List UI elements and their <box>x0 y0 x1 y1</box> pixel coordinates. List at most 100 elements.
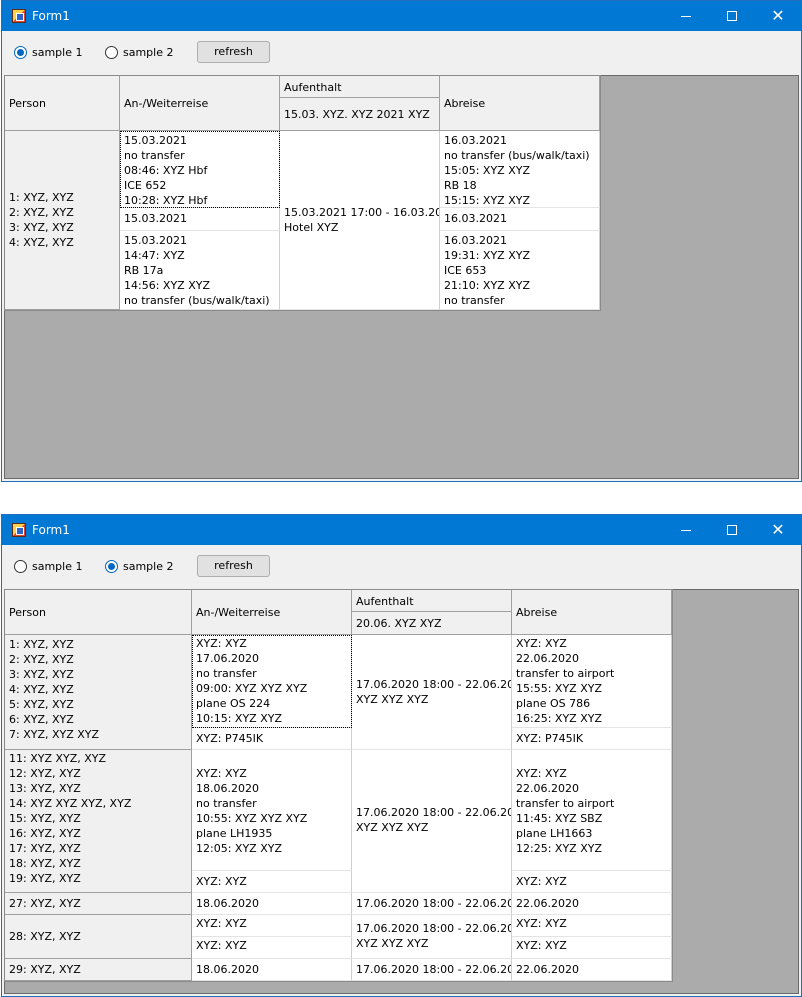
anreise-cell[interactable]: 15.03.2021 <box>120 208 280 231</box>
cell-text: 16.03.2021 <box>444 212 507 225</box>
abreise-cell[interactable]: 16.03.2021 <box>440 208 600 231</box>
maximize-button[interactable] <box>709 1 755 31</box>
person-list: 28: XYZ, XYZ <box>9 930 81 943</box>
cell-text: 17.06.2020 18:00 - 22.06.2020 0 XYZ XYZ … <box>356 678 511 706</box>
anreise-cell[interactable]: XYZ: XYZ <box>192 871 352 893</box>
person-cell[interactable]: 11: XYZ XYZ, XYZ 12: XYZ, XYZ 13: XYZ, X… <box>5 750 192 893</box>
cell-text: XYZ: XYZ <box>196 939 247 952</box>
window-title: Form1 <box>32 523 70 537</box>
cell-text: 15.03.2021 <box>124 212 187 225</box>
anreise-cell[interactable]: 15.03.2021 14:47: XYZ RB 17a 14:56: XYZ … <box>120 231 280 310</box>
person-cell[interactable]: 1: XYZ, XYZ 2: XYZ, XYZ 3: XYZ, XYZ 4: X… <box>5 131 120 310</box>
header-label: Person <box>9 97 46 110</box>
person-cell[interactable]: 29: XYZ, XYZ <box>5 959 192 981</box>
title-bar[interactable]: Form1 ✕ <box>2 1 801 31</box>
close-button[interactable]: ✕ <box>755 1 801 31</box>
person-list: 11: XYZ XYZ, XYZ 12: XYZ, XYZ 13: XYZ, X… <box>9 752 132 885</box>
abreise-cell[interactable]: XYZ: XYZ <box>512 937 672 959</box>
abreise-cell[interactable]: 16.03.2021 19:31: XYZ XYZ ICE 653 21:10:… <box>440 231 600 310</box>
header-aufenthalt-sub[interactable]: 15.03. XYZ. XYZ 2021 XYZ <box>280 98 440 131</box>
minimize-icon <box>681 15 691 17</box>
abreise-cell[interactable]: 22.06.2020 <box>512 893 672 915</box>
abreise-cell[interactable]: 22.06.2020 <box>512 959 672 981</box>
minimize-button[interactable] <box>663 1 709 31</box>
radio-label: sample 1 <box>32 560 83 573</box>
anreise-cell[interactable]: 18.06.2020 <box>192 893 352 915</box>
cell-text: 17.06.2020 18:00 - 22.06.2020 0 XYZ XYZ … <box>356 922 511 950</box>
cell-text: 17.06.2020 18:00 - 22.06.2020 0 <box>356 897 511 910</box>
header-label: Aufenthalt <box>356 595 414 608</box>
radio-unchecked-icon <box>105 46 118 59</box>
form1-window-sample2: Form1 ✕ sample 1 sample 2 refresh Person… <box>1 514 802 997</box>
abreise-cell[interactable]: 16.03.2021 no transfer (bus/walk/taxi) 1… <box>440 131 600 208</box>
header-label: Aufenthalt <box>284 81 342 94</box>
header-label: Abreise <box>444 97 486 110</box>
header-abreise[interactable]: Abreise <box>440 76 600 131</box>
aufenthalt-cell[interactable]: 17.06.2020 18:00 - 22.06.2020 0 XYZ XYZ … <box>352 750 512 893</box>
cell-text: 17.06.2020 18:00 - 22.06.2020 0 <box>356 963 511 976</box>
minimize-button[interactable] <box>663 515 709 545</box>
cell-text: 18.06.2020 <box>196 897 259 910</box>
schedule-grid[interactable]: Person An-/Weiterreise Aufenthalt 15.03.… <box>4 75 601 311</box>
person-cell[interactable]: 27: XYZ, XYZ <box>5 893 192 915</box>
form1-window-sample1: Form1 ✕ sample 1 sample 2 refresh Person… <box>1 0 802 482</box>
close-button[interactable]: ✕ <box>755 515 801 545</box>
abreise-cell[interactable]: XYZ: XYZ <box>512 871 672 893</box>
header-abreise[interactable]: Abreise <box>512 590 672 635</box>
title-bar[interactable]: Form1 ✕ <box>2 515 801 545</box>
radio-label: sample 1 <box>32 46 83 59</box>
aufenthalt-cell[interactable]: 17.06.2020 18:00 - 22.06.2020 0 XYZ XYZ … <box>352 915 512 959</box>
header-person[interactable]: Person <box>5 76 120 131</box>
anreise-cell[interactable]: XYZ: P745IK <box>192 728 352 750</box>
radio-unchecked-icon <box>14 560 27 573</box>
radio-checked-icon <box>14 46 27 59</box>
cell-text: 22.06.2020 <box>516 897 579 910</box>
app-icon <box>12 523 26 537</box>
cell-text: XYZ: XYZ 22.06.2020 transfer to airport … <box>516 767 615 855</box>
cell-text: 15.03.2021 14:47: XYZ RB 17a 14:56: XYZ … <box>124 234 270 307</box>
aufenthalt-cell[interactable]: 15.03.2021 17:00 - 16.03.2021 1 Hotel XY… <box>280 131 440 310</box>
cell-text: XYZ: P745IK <box>516 732 584 745</box>
person-cell[interactable]: 1: XYZ, XYZ 2: XYZ, XYZ 3: XYZ, XYZ 4: X… <box>5 635 192 750</box>
cell-text: XYZ: XYZ 17.06.2020 no transfer 09:00: X… <box>196 637 308 725</box>
header-aufenthalt[interactable]: Aufenthalt <box>352 590 512 612</box>
header-label: Abreise <box>516 606 558 619</box>
cell-text: XYZ: XYZ 18.06.2020 no transfer 10:55: X… <box>196 767 308 855</box>
header-aufenthalt-sub[interactable]: 20.06. XYZ XYZ <box>352 612 512 635</box>
anreise-cell[interactable]: XYZ: XYZ <box>192 915 352 937</box>
cell-text: XYZ: XYZ <box>196 917 247 930</box>
cell-text: XYZ: XYZ <box>516 875 567 888</box>
anreise-cell[interactable]: XYZ: XYZ 18.06.2020 no transfer 10:55: X… <box>192 750 352 871</box>
window-title: Form1 <box>32 9 70 23</box>
cell-text: 16.03.2021 19:31: XYZ XYZ ICE 653 21:10:… <box>444 234 530 307</box>
cell-text: 16.03.2021 no transfer (bus/walk/taxi) 1… <box>444 134 590 207</box>
header-anreise[interactable]: An-/Weiterreise <box>120 76 280 131</box>
aufenthalt-cell[interactable]: 17.06.2020 18:00 - 22.06.2020 0 <box>352 959 512 981</box>
aufenthalt-cell[interactable]: 17.06.2020 18:00 - 22.06.2020 0 <box>352 893 512 915</box>
person-cell[interactable]: 28: XYZ, XYZ <box>5 915 192 959</box>
header-person[interactable]: Person <box>5 590 192 635</box>
anreise-cell[interactable]: 15.03.2021 no transfer 08:46: XYZ Hbf IC… <box>120 131 280 208</box>
refresh-button[interactable]: refresh <box>197 41 270 63</box>
aufenthalt-cell[interactable]: 17.06.2020 18:00 - 22.06.2020 0 XYZ XYZ … <box>352 635 512 750</box>
close-icon: ✕ <box>771 520 785 539</box>
anreise-cell[interactable]: XYZ: XYZ <box>192 937 352 959</box>
header-aufenthalt[interactable]: Aufenthalt <box>280 76 440 98</box>
schedule-grid[interactable]: Person An-/Weiterreise Aufenthalt 20.06.… <box>4 589 673 982</box>
maximize-button[interactable] <box>709 515 755 545</box>
cell-text: 15.03.2021 17:00 - 16.03.2021 1 Hotel XY… <box>284 206 439 234</box>
abreise-cell[interactable]: XYZ: XYZ <box>512 915 672 937</box>
anreise-cell[interactable]: XYZ: XYZ 17.06.2020 no transfer 09:00: X… <box>192 635 352 728</box>
abreise-cell[interactable]: XYZ: XYZ 22.06.2020 transfer to airport … <box>512 750 672 871</box>
anreise-cell[interactable]: 18.06.2020 <box>192 959 352 981</box>
header-anreise[interactable]: An-/Weiterreise <box>192 590 352 635</box>
refresh-button[interactable]: refresh <box>197 555 270 577</box>
radio-label: sample 2 <box>123 46 174 59</box>
maximize-icon <box>727 11 737 21</box>
header-label: 20.06. XYZ XYZ <box>356 617 442 630</box>
person-list: 1: XYZ, XYZ 2: XYZ, XYZ 3: XYZ, XYZ 4: X… <box>9 638 100 741</box>
abreise-cell[interactable]: XYZ: P745IK <box>512 728 672 750</box>
header-label: 15.03. XYZ. XYZ 2021 XYZ <box>284 108 430 121</box>
person-list: 29: XYZ, XYZ <box>9 963 81 976</box>
abreise-cell[interactable]: XYZ: XYZ 22.06.2020 transfer to airport … <box>512 635 672 728</box>
